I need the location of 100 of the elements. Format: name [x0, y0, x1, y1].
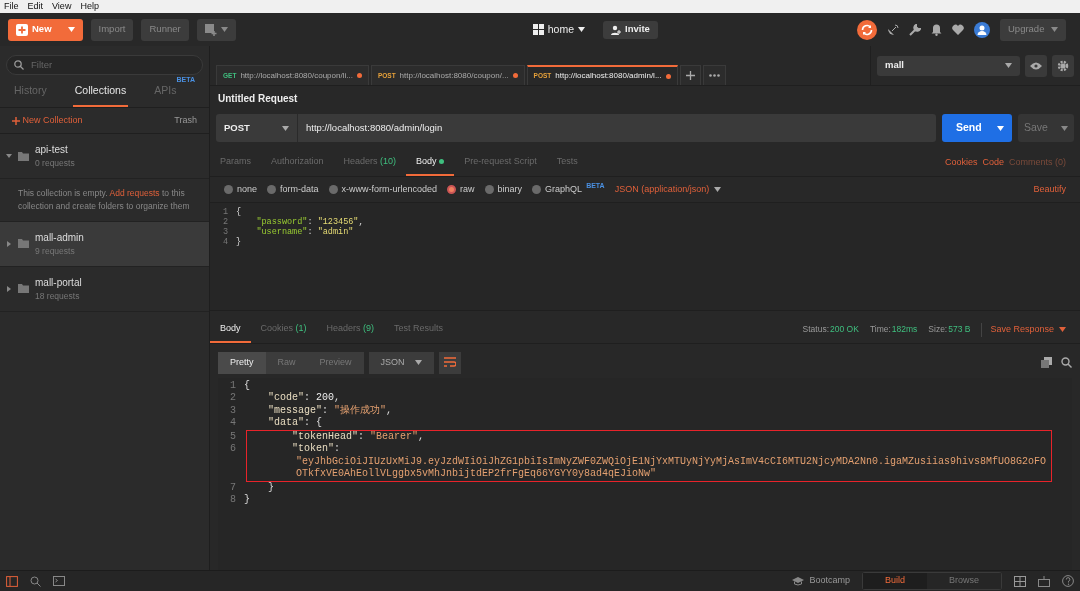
search-icon[interactable] — [30, 575, 41, 587]
view-tab[interactable]: Pretty — [218, 351, 266, 374]
add-requests-link[interactable]: Add requests — [109, 188, 160, 198]
collection-name: mall-portal — [35, 275, 82, 290]
caret-icon — [1005, 63, 1012, 68]
format-select[interactable]: JSON (application/json) — [614, 182, 722, 196]
grid-icon — [532, 24, 544, 35]
copy-icon[interactable] — [1041, 357, 1052, 368]
bootcamp-link[interactable]: Bootcamp — [792, 574, 850, 588]
collection-name: api-test — [35, 143, 69, 158]
line-number: 4 — [229, 417, 237, 430]
caret-icon — [997, 125, 1004, 131]
response-tab[interactable]: Body — [210, 317, 251, 343]
body-type-radio[interactable]: x-www-form-urlencoded — [328, 182, 438, 196]
eye-button[interactable] — [1025, 54, 1047, 77]
format-select[interactable]: JSON — [368, 351, 434, 374]
request-option-tab[interactable]: Headers (10) — [333, 150, 407, 176]
workspace-button[interactable]: home — [524, 18, 594, 41]
collection-item[interactable]: mall-portal 18 requests — [0, 266, 209, 312]
send-button[interactable]: Send — [942, 114, 1012, 142]
body-type-radio[interactable]: binary — [484, 182, 523, 196]
body-type-radio[interactable]: none — [224, 182, 258, 196]
eye-icon — [1030, 61, 1042, 70]
menu-item[interactable]: Edit — [27, 0, 44, 13]
caret-down-icon[interactable] — [6, 153, 12, 160]
code-token: "eyJhbGciOiJIUzUxMiJ9.eyJzdWIiOiJhZG1pbiIsImNyZWF0ZWQiOjE1NjYxMTUyNjYyMjAsImV4cCI6MTU2NjcyMDA2Nn0.igaMZusiias9hivs8MfUO8G2oFOOTkfxVE0AhEollVLggbx5vMhJnbijtdEP2frFgEq66YGYY0y8ad4qEJioNw" — [296, 455, 1047, 479]
filter-field[interactable]: Filter — [6, 55, 203, 75]
body-type-radio[interactable]: form-data — [267, 182, 319, 196]
sidebar-tab[interactable]: Collections — [72, 79, 129, 107]
code-token: "操作成功" — [334, 404, 387, 416]
caret-icon — [414, 360, 422, 365]
mode-toggle[interactable]: Browse — [927, 573, 1001, 589]
code-token: : — [334, 443, 341, 454]
avatar-icon[interactable] — [974, 21, 990, 38]
console-icon[interactable] — [53, 576, 65, 586]
code-token: "123456" — [317, 217, 359, 227]
code-token: "admin" — [317, 227, 354, 237]
status-label: Status: — [802, 323, 830, 337]
caret-icon — [1061, 125, 1068, 131]
tab-url: http://localhost:8080/coupon/... — [399, 69, 509, 82]
method-select[interactable]: POST — [216, 114, 298, 142]
line-number: 7 — [229, 481, 237, 494]
url-field[interactable]: http://localhost:8080/admin/login — [298, 114, 936, 142]
response-tab[interactable]: Cookies (1) — [250, 317, 317, 343]
code-token: "message" — [267, 404, 323, 416]
line-number: 1 — [229, 379, 237, 392]
menu-item[interactable]: File — [4, 0, 19, 13]
help-icon[interactable] — [1062, 575, 1074, 587]
menu-item[interactable]: Help — [80, 0, 99, 13]
search-icon[interactable] — [1061, 357, 1072, 368]
empty-collection-message: This collection is empty. Add requests to this collection and create folders to organize them — [18, 187, 191, 213]
body-type-radio[interactable]: raw — [447, 182, 475, 196]
save-response-button[interactable]: Save Response — [981, 323, 1066, 337]
bell-icon[interactable] — [931, 23, 942, 36]
body-type-radio[interactable]: GraphQL $^{BETA}$ — [532, 182, 605, 196]
plus-icon — [685, 71, 695, 80]
caret-icon — [1059, 327, 1066, 333]
new-window-button[interactable] — [196, 18, 236, 41]
satellite-icon[interactable] — [887, 23, 899, 36]
line-number: 3 — [229, 404, 237, 417]
wrap-button[interactable] — [438, 351, 461, 374]
trash-link[interactable]: Trash — [174, 113, 197, 128]
add-tab-button[interactable] — [679, 65, 701, 85]
code-token: : — [307, 217, 314, 227]
wrench-icon[interactable] — [909, 23, 921, 36]
settings-button[interactable] — [1052, 54, 1074, 77]
line-number: 8 — [229, 494, 237, 507]
collection-item[interactable]: api-test 0 requests — [0, 134, 209, 179]
heart-icon[interactable] — [952, 24, 964, 35]
wrap-icon — [443, 357, 456, 368]
upgrade-button[interactable]: Upgrade — [1000, 18, 1066, 41]
code-token: : { — [304, 417, 323, 428]
menu-item[interactable]: View — [52, 0, 72, 13]
sidebar-toggle-icon[interactable] — [6, 575, 18, 587]
new-collection-link[interactable]: New Collection — [12, 113, 83, 128]
beautify-link[interactable]: Beautify — [1033, 182, 1066, 196]
more-button[interactable] — [702, 65, 726, 85]
code-token: "username" — [255, 227, 308, 237]
environment-select[interactable]: mall — [877, 55, 1020, 76]
runner-button[interactable]: Runner — [141, 18, 189, 41]
plus-icon — [12, 116, 20, 125]
request-option-tab[interactable]: Body — [406, 150, 455, 176]
invite-button[interactable]: Invite — [603, 20, 658, 39]
caret-icon — [714, 186, 722, 192]
code-link[interactable]: Code — [982, 156, 1004, 170]
caret-right-icon[interactable] — [6, 285, 12, 292]
code-token: : — [358, 430, 366, 442]
two-pane-icon[interactable] — [1014, 575, 1026, 587]
sync-icon[interactable] — [857, 19, 877, 40]
line-number: 6 — [229, 443, 237, 456]
response-tab[interactable]: Headers (9) — [316, 317, 385, 343]
caret-icon — [282, 125, 289, 131]
mode-toggle[interactable]: Build — [862, 573, 927, 589]
import-button[interactable]: Import — [90, 18, 134, 41]
window-plus-icon — [204, 23, 217, 36]
line-number: 2 — [221, 217, 229, 227]
more-icon — [708, 74, 720, 77]
status-value: 200 OK — [830, 323, 859, 337]
caret-right-icon[interactable] — [6, 240, 12, 247]
cookies-link[interactable]: Cookies — [944, 156, 978, 170]
